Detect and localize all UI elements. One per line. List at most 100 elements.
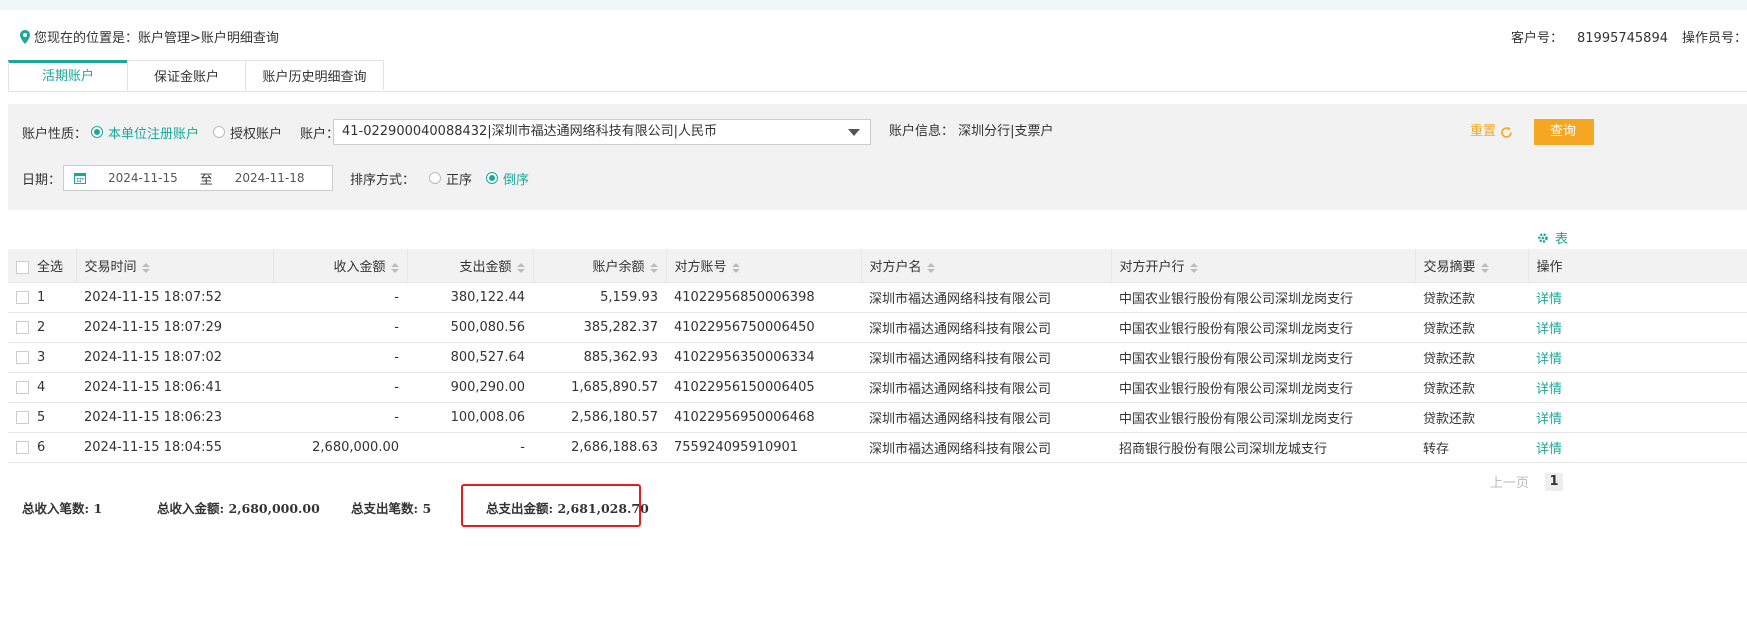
reset-button[interactable]: 重置 [1470, 119, 1513, 145]
cell-income-amount: - [273, 282, 407, 313]
top-banner [0, 0, 1747, 10]
counter-bank-text: 中国农业银行股份有限公司深圳龙岗支行 [1119, 352, 1354, 367]
header-counter-bank[interactable]: 对方开户行 [1111, 249, 1416, 283]
account-select-value: 41-022900040088432|深圳市福达通网络科技有限公司|人民币 [342, 124, 718, 139]
header-balance[interactable]: 账户余额 [533, 249, 667, 283]
balance-text: 5,159.93 [600, 290, 658, 305]
sort-icon[interactable] [141, 262, 150, 273]
checkbox-icon[interactable] [16, 411, 29, 424]
account-tabs: 活期账户 保证金账户 账户历史明细查询 [8, 60, 1747, 92]
checkbox-icon[interactable] [16, 351, 29, 364]
radio-authorized-account[interactable]: 授权账户 [213, 123, 282, 142]
cell-expense-amount: 100,008.06 [407, 402, 533, 433]
cell-trade-summary: 贷款还款 [1415, 282, 1528, 313]
trade-time-text: 2024-11-15 18:07:02 [84, 350, 223, 365]
detail-link-text[interactable]: 详情 [1536, 322, 1562, 337]
header-income[interactable]: 收入金额 [273, 249, 408, 283]
trade-time-text: 2024-11-15 18:06:41 [84, 380, 223, 395]
counter-bank-text: 中国农业银行股份有限公司深圳龙岗支行 [1119, 322, 1354, 337]
checkbox-icon[interactable] [16, 381, 29, 394]
reset-label: 重置 [1470, 124, 1497, 139]
cell-trade-summary: 贷款还款 [1415, 342, 1528, 373]
detail-link-text[interactable]: 详情 [1536, 292, 1562, 307]
balance-text: 2,686,188.63 [571, 440, 658, 455]
cell-balance: 885,362.93 [533, 342, 666, 373]
cell-detail-link[interactable]: 详情 [1528, 372, 1747, 403]
cell-detail-link[interactable]: 详情 [1528, 312, 1747, 343]
cell-trade-summary: 转存 [1415, 432, 1528, 463]
cell-balance: 5,159.93 [533, 282, 666, 313]
transaction-table: 全选 交易时间 收入金额 支出金额 账户余额 对方账号 对方户名 对方开户行 交… [8, 249, 1747, 463]
sort-icon[interactable] [1480, 262, 1489, 273]
checkbox-icon[interactable] [16, 441, 29, 454]
radio-checked-icon [486, 172, 499, 184]
location-pin-icon [20, 29, 30, 44]
prev-page-button[interactable]: 上一页 [1490, 472, 1529, 491]
detail-link-text[interactable]: 详情 [1536, 412, 1562, 427]
date-range-input[interactable]: 2024-11-15 至 2024-11-18 [63, 165, 333, 191]
header-label: 对方户名 [869, 260, 922, 275]
sort-icon[interactable] [731, 262, 740, 273]
checkbox-icon[interactable] [16, 261, 29, 274]
detail-link-text[interactable]: 详情 [1536, 352, 1562, 367]
sort-icon[interactable] [516, 262, 525, 273]
tab-history-detail[interactable]: 账户历史明细查询 [245, 60, 384, 90]
sort-icon[interactable] [926, 262, 935, 273]
header-counter-account[interactable]: 对方账号 [666, 249, 862, 283]
chevron-down-icon [848, 129, 860, 136]
trade-summary-text: 贷款还款 [1423, 322, 1476, 337]
cell-balance: 385,282.37 [533, 312, 666, 343]
detail-link-text[interactable]: 详情 [1536, 442, 1562, 457]
cell-trade-time: 2024-11-15 18:07:52 [76, 282, 273, 313]
income-amount-text: - [394, 320, 399, 335]
counter-account-text: 41022956950006468 [674, 410, 815, 425]
cell-counter-bank: 中国农业银行股份有限公司深圳龙岗支行 [1111, 372, 1415, 403]
cell-counter-account: 41022956150006405 [666, 372, 861, 403]
checkbox-icon[interactable] [16, 291, 29, 304]
counter-name-text: 深圳市福达通网络科技有限公司 [869, 292, 1052, 307]
customer-info: 客户号： 81995745894 操作员号： [1511, 27, 1747, 46]
expense-amount-text: 100,008.06 [450, 410, 525, 425]
radio-authorized-account-label: 授权账户 [230, 126, 283, 142]
header-trade-time[interactable]: 交易时间 [76, 249, 274, 283]
balance-text: 385,282.37 [583, 320, 658, 335]
sort-icon[interactable] [649, 262, 658, 273]
breadcrumb-text: 您现在的位置是：账户管理>账户明细查询 [34, 31, 279, 46]
cell-detail-link[interactable]: 详情 [1528, 402, 1747, 433]
row-index-text: 1 [37, 290, 46, 305]
cell-detail-link[interactable]: 详情 [1528, 432, 1747, 463]
tab-current-account[interactable]: 活期账户 [8, 60, 128, 91]
checkbox-icon[interactable] [16, 321, 29, 334]
counter-account-text: 41022956750006450 [674, 320, 815, 335]
cell-detail-link[interactable]: 详情 [1528, 342, 1747, 373]
trade-summary-text: 贷款还款 [1423, 292, 1476, 307]
radio-sort-desc[interactable]: 倒序 [486, 169, 529, 188]
cell-detail-link[interactable]: 详情 [1528, 282, 1747, 313]
table-settings-button[interactable]: 表 [1537, 228, 1568, 247]
cell-counter-name: 深圳市福达通网络科技有限公司 [861, 432, 1111, 463]
header-expense[interactable]: 支出金额 [407, 249, 534, 283]
date-label: 日期： [22, 172, 62, 188]
tab-margin-account[interactable]: 保证金账户 [127, 60, 246, 90]
cell-trade-summary: 贷款还款 [1415, 372, 1528, 403]
header-counter-name[interactable]: 对方户名 [861, 249, 1112, 283]
date-from[interactable]: 2024-11-15 [108, 171, 178, 185]
sort-icon[interactable] [390, 262, 399, 273]
header-select-all[interactable]: 全选 [8, 249, 77, 283]
radio-own-account[interactable]: 本单位注册账户 [91, 123, 199, 142]
balance-text: 885,362.93 [583, 350, 658, 365]
date-to[interactable]: 2024-11-18 [235, 171, 305, 185]
row-index-text: 2 [37, 320, 46, 335]
radio-sort-asc[interactable]: 正序 [429, 169, 472, 188]
refresh-icon [1501, 126, 1512, 138]
sort-icon[interactable] [1189, 262, 1198, 273]
cell-trade-time: 2024-11-15 18:04:55 [76, 432, 273, 463]
detail-link-text[interactable]: 详情 [1536, 382, 1562, 397]
query-button[interactable]: 查询 [1534, 119, 1594, 145]
expense-amount-text: - [520, 440, 525, 455]
cell-counter-bank: 中国农业银行股份有限公司深圳龙岗支行 [1111, 402, 1415, 433]
account-select[interactable]: 41-022900040088432|深圳市福达通网络科技有限公司|人民币 [333, 119, 871, 145]
header-summary[interactable]: 交易摘要 [1415, 249, 1529, 283]
cell-trade-summary: 贷款还款 [1415, 312, 1528, 343]
page-number-current[interactable]: 1 [1545, 472, 1564, 491]
